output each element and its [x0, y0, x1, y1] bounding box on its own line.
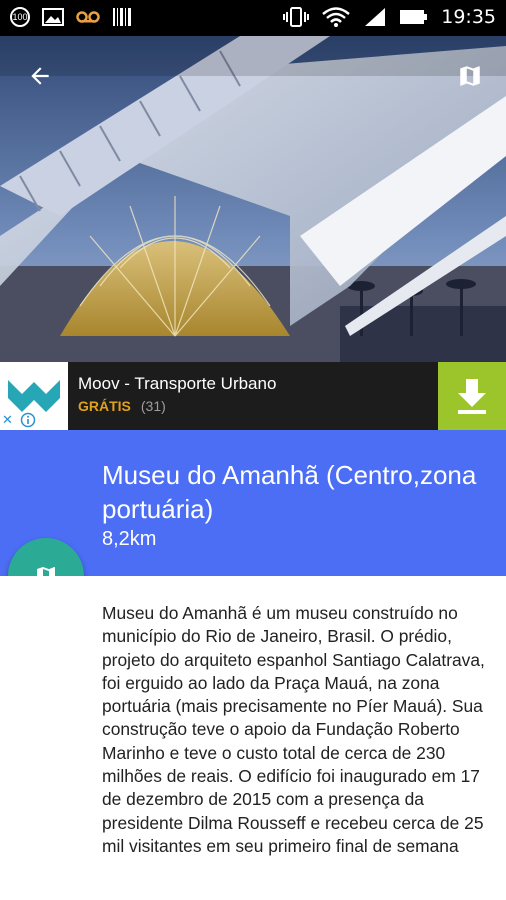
download-icon	[458, 379, 486, 414]
place-title: Museu do Amanhã (Centro,zona portuária)	[102, 460, 477, 524]
arrow-back-icon	[31, 67, 49, 85]
info-icon	[20, 412, 36, 428]
badge-100-icon: 100	[10, 7, 30, 27]
ad-price: GRÁTIS	[78, 398, 131, 414]
ad-banner[interactable]: ✕ Moov - Transporte Urbano GRÁTIS (31)	[0, 362, 506, 430]
map-icon	[460, 66, 480, 86]
notification-badge-count: 100	[12, 12, 28, 22]
place-description: Museu do Amanhã é um museu construído no…	[102, 603, 485, 856]
ad-rating-count: (31)	[140, 398, 166, 414]
barcode-icon	[113, 8, 131, 26]
place-distance: 8,2km	[102, 528, 157, 550]
place-content: Museu do Amanhã é um museu construído no…	[0, 576, 506, 900]
voicemail-icon	[76, 11, 100, 23]
ad-subtitle: GRÁTIS (31)	[78, 398, 166, 414]
ad-close-label: ✕	[2, 412, 13, 427]
wifi-icon	[322, 7, 351, 27]
signal-icon	[365, 8, 386, 26]
back-button[interactable]	[22, 58, 58, 94]
status-bar: 100 19:35	[0, 0, 506, 36]
ad-close-button[interactable]: ✕	[2, 412, 18, 428]
map-view-button[interactable]	[452, 58, 488, 94]
ad-title: Moov - Transporte Urbano	[78, 374, 277, 393]
clock: 19:35	[441, 6, 496, 28]
hero-image	[0, 36, 506, 362]
ad-download-button[interactable]	[438, 362, 506, 430]
battery-icon	[400, 10, 428, 24]
ad-info-button[interactable]	[20, 412, 36, 428]
museum-photo	[0, 36, 506, 362]
vibrate-icon	[283, 7, 310, 27]
image-icon	[42, 8, 64, 26]
